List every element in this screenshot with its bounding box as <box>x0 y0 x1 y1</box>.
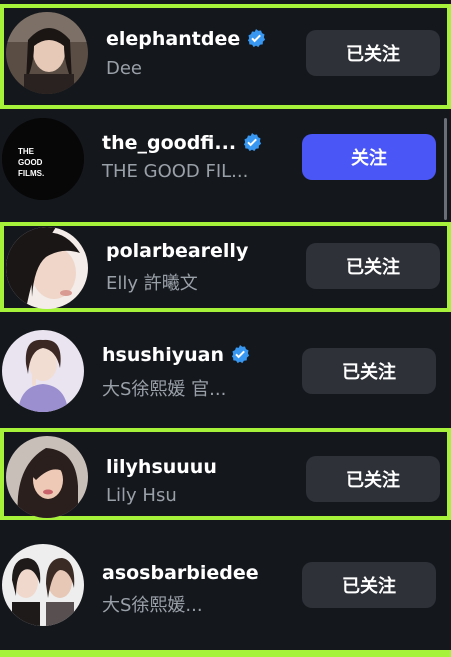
following-button[interactable]: 已关注 <box>306 243 440 289</box>
avatar[interactable] <box>6 12 88 94</box>
list-item[interactable]: lilyhsuuuu Lily Hsu 已关注 <box>0 428 451 520</box>
list-item[interactable]: asosbarbiedee 大S徐熙媛... 已关注 <box>0 530 451 640</box>
svg-text:FILMS.: FILMS. <box>18 169 44 178</box>
display-name: Dee <box>106 58 143 79</box>
username-text[interactable]: lilyhsuuuu <box>106 456 217 478</box>
display-name: Elly 許曦文 <box>106 273 198 294</box>
list-item[interactable]: THE GOOD FILMS. the_goodfi... THE GOOD F… <box>0 110 451 210</box>
avatar[interactable] <box>2 330 84 412</box>
display-name: Lily Hsu <box>106 485 177 506</box>
avatar[interactable]: THE GOOD FILMS. <box>2 118 84 200</box>
verified-badge-icon <box>231 345 250 364</box>
list-item[interactable]: elephantdee Dee 已关注 <box>0 4 451 109</box>
username-text[interactable]: polarbearelly <box>106 240 248 262</box>
username-text[interactable]: the_goodfi... <box>102 132 236 154</box>
following-button[interactable]: 已关注 <box>306 30 440 76</box>
username[interactable]: elephantdee <box>106 28 266 50</box>
username[interactable]: the_goodfi... <box>102 132 262 154</box>
scrollbar[interactable] <box>444 118 447 220</box>
username[interactable]: asosbarbiedee <box>102 562 259 584</box>
username[interactable]: polarbearelly <box>106 240 248 262</box>
avatar[interactable] <box>6 436 88 518</box>
verified-badge-icon <box>243 133 262 152</box>
svg-text:GOOD: GOOD <box>18 158 43 167</box>
list-item[interactable]: hsushiyuan 大S徐熙媛 官... 已关注 <box>0 320 451 422</box>
following-button[interactable]: 已关注 <box>306 456 440 502</box>
avatar[interactable] <box>2 544 84 626</box>
following-button[interactable]: 已关注 <box>302 348 436 394</box>
avatar-logo-text: THE <box>18 147 35 156</box>
username-text[interactable]: elephantdee <box>106 28 240 50</box>
username[interactable]: lilyhsuuuu <box>106 456 217 478</box>
display-name: THE GOOD FIL... <box>102 161 249 182</box>
list-item[interactable]: polarbearelly Elly 許曦文 已关注 <box>0 222 451 312</box>
username-text[interactable]: asosbarbiedee <box>102 562 259 584</box>
display-name: 大S徐熙媛 官... <box>102 379 227 400</box>
follow-button[interactable]: 关注 <box>302 134 436 180</box>
verified-badge-icon <box>248 29 266 48</box>
highlight-border <box>0 650 451 657</box>
username[interactable]: hsushiyuan <box>102 344 250 366</box>
avatar[interactable] <box>6 227 88 309</box>
username-text[interactable]: hsushiyuan <box>102 344 224 366</box>
following-button[interactable]: 已关注 <box>302 562 436 608</box>
following-list: elephantdee Dee 已关注 THE GOOD FILMS. the_… <box>0 0 451 657</box>
display-name: 大S徐熙媛... <box>102 595 203 616</box>
